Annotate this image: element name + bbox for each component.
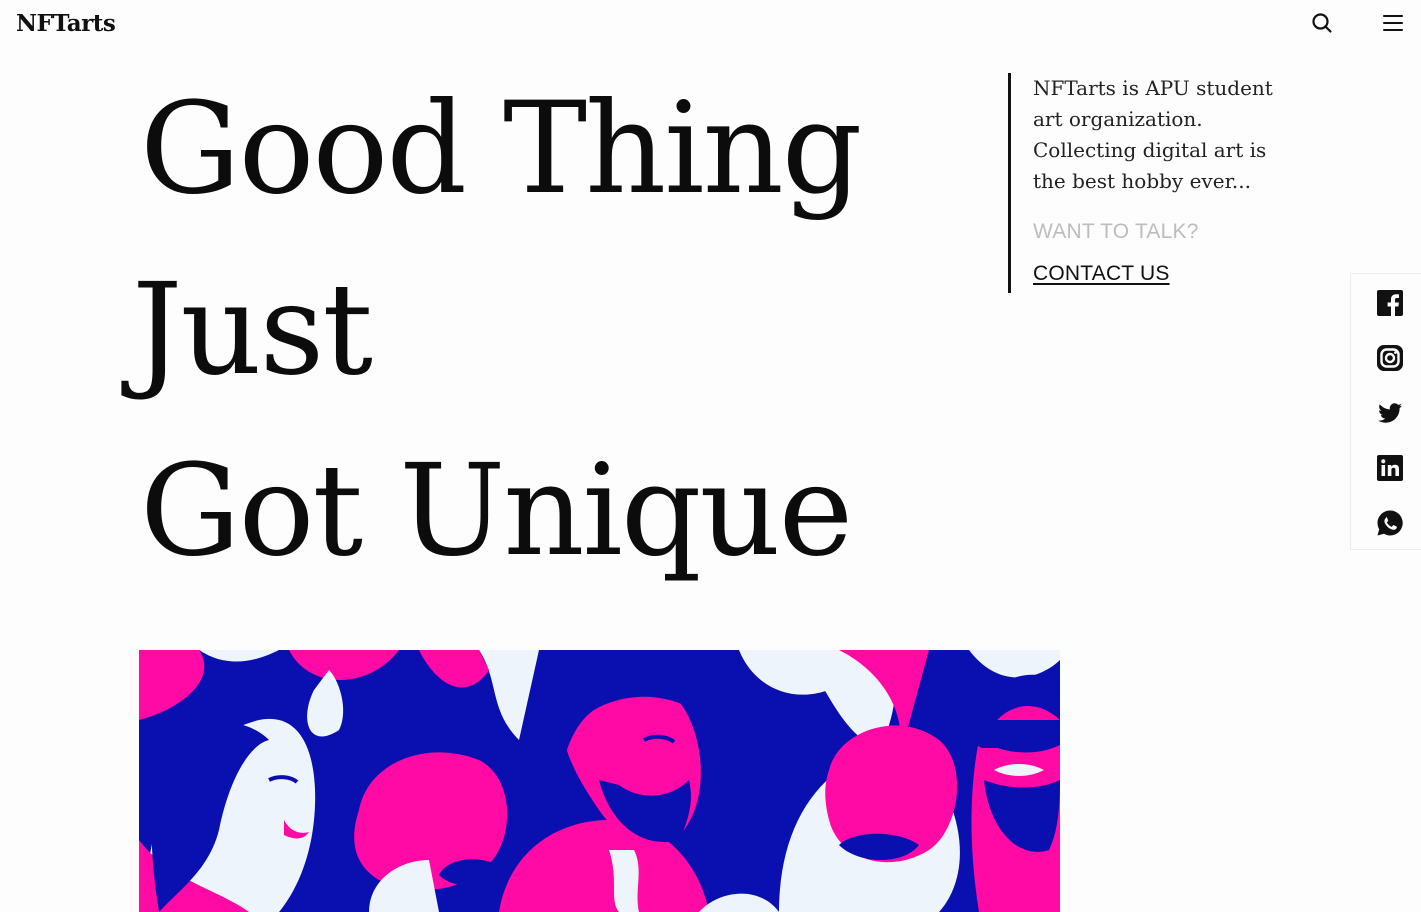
logo[interactable]: NFTarts [16,10,116,37]
linkedin-icon[interactable] [1376,454,1404,482]
social-sidebar [1350,273,1421,550]
hero-line-3: Got Unique [140,437,853,584]
search-icon[interactable] [1310,11,1334,35]
hero-line-2: Just [132,256,373,403]
intro-text: NFTarts is APU student art organization.… [1033,76,1273,193]
hamburger-menu-icon[interactable] [1381,11,1405,35]
facebook-icon[interactable] [1376,289,1404,317]
want-to-talk-label: WANT TO TALK? [1033,220,1199,243]
contact-us-link[interactable]: CONTACT US [1033,262,1170,286]
instagram-icon[interactable] [1376,344,1404,372]
twitter-icon[interactable] [1376,399,1404,427]
whatsapp-icon[interactable] [1376,509,1404,537]
hero-line-1: Good Thing [140,75,862,222]
hero-artwork-illustration [139,650,1060,912]
intro-panel: NFTarts is APU student art organization.… [1008,73,1308,293]
hero-headline: Good Thing Just Got Unique [132,58,1000,601]
